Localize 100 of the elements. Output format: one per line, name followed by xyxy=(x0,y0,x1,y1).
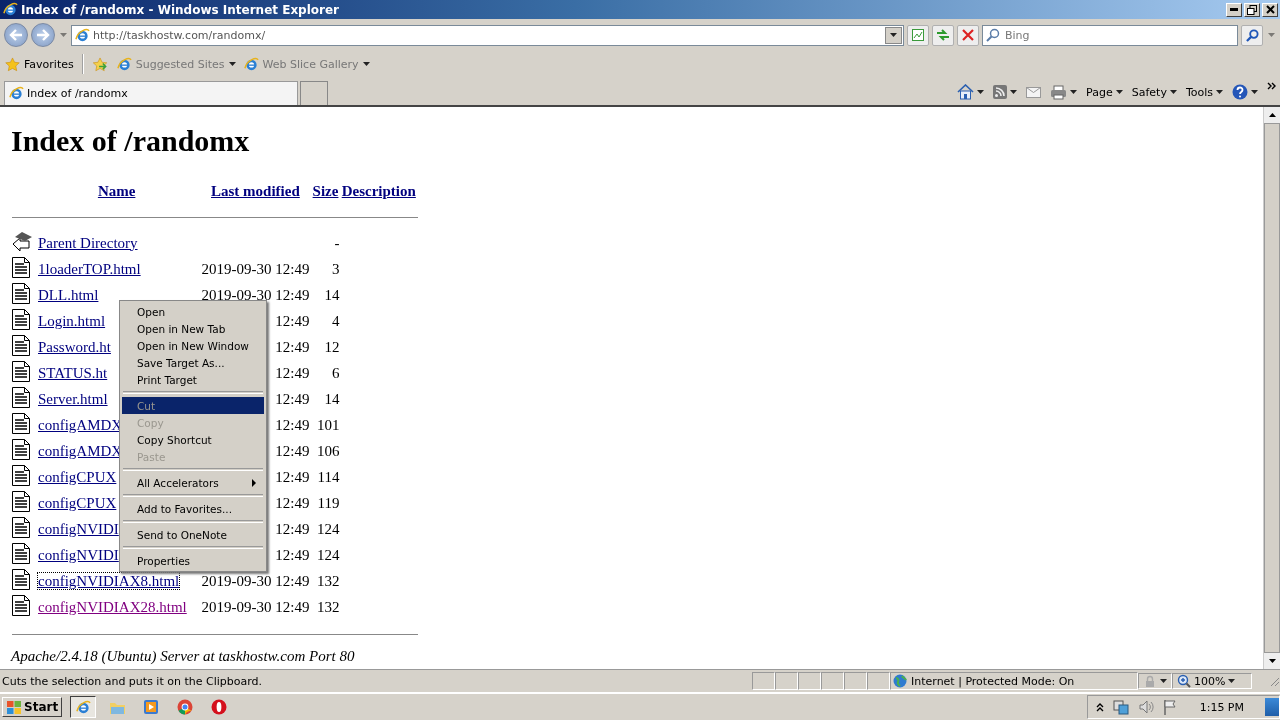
page-icon xyxy=(116,56,132,72)
document-icon xyxy=(12,594,30,616)
menu-item[interactable]: Open in New Tab xyxy=(122,320,264,337)
start-button[interactable]: Start xyxy=(2,697,63,717)
caret-icon xyxy=(977,90,985,94)
forward-button[interactable] xyxy=(31,23,55,47)
volume-icon[interactable] xyxy=(1137,699,1154,715)
taskbar-button[interactable] xyxy=(70,696,97,718)
favorites-button[interactable]: Favorites xyxy=(5,56,74,72)
browser-tab[interactable]: Index of /randomx xyxy=(4,81,298,105)
size-cell: 12 xyxy=(324,338,340,355)
file-link[interactable]: configAMDX xyxy=(38,416,123,433)
envelope-icon xyxy=(1026,86,1042,98)
chevron-icon[interactable] xyxy=(1267,82,1276,90)
print-button[interactable] xyxy=(1050,84,1078,100)
home-button[interactable] xyxy=(957,84,985,100)
column-header-link[interactable]: Description xyxy=(341,182,416,199)
close-button[interactable] xyxy=(1262,2,1278,17)
caret-icon xyxy=(1267,33,1275,37)
size-cell: 3 xyxy=(332,260,340,277)
menu-item[interactable]: Print Target xyxy=(122,371,264,388)
caret-icon xyxy=(1070,90,1078,94)
menu-item[interactable]: Add to Favorites... xyxy=(122,500,264,517)
file-link[interactable]: Password.ht xyxy=(38,338,111,355)
media-player-icon xyxy=(143,699,160,715)
document-icon xyxy=(12,282,30,304)
menu-item[interactable]: Save Target As... xyxy=(122,354,264,371)
document-icon xyxy=(12,308,30,330)
security-button[interactable] xyxy=(1138,673,1172,689)
date-cell: 12:49 xyxy=(275,416,310,433)
search-field[interactable]: Bing xyxy=(982,24,1238,46)
size-cell: 6 xyxy=(332,364,340,381)
file-link[interactable]: configNVIDI xyxy=(38,520,119,537)
column-header-link[interactable]: Last modified xyxy=(211,182,300,199)
file-link[interactable]: DLL.html xyxy=(38,286,99,303)
menu-item[interactable]: Open xyxy=(122,303,264,320)
windows-logo-icon xyxy=(6,699,22,715)
status-pane xyxy=(775,672,798,690)
resize-grip-icon xyxy=(1268,675,1280,687)
document-icon xyxy=(12,360,30,382)
minimize-icon xyxy=(1230,8,1238,11)
menu-item[interactable]: All Accelerators xyxy=(122,474,264,491)
menu-item[interactable]: Send to OneNote xyxy=(122,526,264,543)
page-icon xyxy=(243,56,259,72)
scrollbar[interactable] xyxy=(1263,107,1280,669)
help-button[interactable] xyxy=(1232,84,1258,100)
date-cell: 12:49 xyxy=(275,442,310,459)
back-button[interactable] xyxy=(4,23,28,47)
page-heading: Index of /randomx xyxy=(11,124,251,158)
menu-item[interactable]: Copy Shortcut xyxy=(122,431,264,448)
file-link[interactable]: 1loaderTOP.html xyxy=(38,260,141,277)
command-menu[interactable]: Tools xyxy=(1185,85,1223,99)
caret-icon xyxy=(1216,90,1223,94)
command-menu[interactable]: Safety xyxy=(1131,85,1177,99)
file-link[interactable]: Login.html xyxy=(38,312,106,329)
menu-item[interactable]: Open in New Window xyxy=(122,337,264,354)
mail-button[interactable] xyxy=(1026,86,1042,98)
date-cell: 12:49 xyxy=(275,468,310,485)
file-link[interactable]: configNVIDIAX8.html xyxy=(38,572,180,589)
scroll-up-icon xyxy=(1268,113,1276,117)
restore-button[interactable] xyxy=(1244,2,1260,17)
network-icon[interactable] xyxy=(1112,699,1129,715)
compatibility-button[interactable] xyxy=(907,24,929,46)
file-link[interactable]: Server.html xyxy=(38,390,108,407)
refresh-button[interactable] xyxy=(932,24,954,46)
zoom-button[interactable]: 100% xyxy=(1172,673,1252,689)
address-field[interactable]: http://taskhostw.com/randomx/ xyxy=(71,24,904,46)
column-header-link[interactable]: Name xyxy=(97,182,136,199)
size-cell: 14 xyxy=(324,286,340,303)
add-favorite-icon[interactable] xyxy=(91,56,109,72)
date-cell: 12:49 xyxy=(275,520,310,537)
zoom-icon xyxy=(1177,674,1191,688)
search-button[interactable] xyxy=(1241,24,1263,46)
minimize-button[interactable] xyxy=(1226,2,1242,17)
chrome-icon xyxy=(177,699,194,715)
feeds-button[interactable] xyxy=(993,85,1018,99)
size-cell: 124 xyxy=(317,546,340,563)
document-icon xyxy=(12,256,30,278)
column-header-link[interactable]: Size xyxy=(312,182,339,199)
file-link[interactable]: configAMDX xyxy=(38,442,123,459)
back-folder-icon xyxy=(12,231,33,251)
caret-icon xyxy=(59,33,67,37)
command-menu[interactable]: Page xyxy=(1086,85,1123,99)
flag-icon[interactable] xyxy=(1162,699,1177,715)
menu-item[interactable]: Properties xyxy=(122,552,264,569)
file-link[interactable]: configCPUX xyxy=(38,494,117,511)
file-link[interactable]: configCPUX xyxy=(38,468,117,485)
file-link[interactable]: configNVIDI xyxy=(38,546,119,563)
file-link[interactable]: STATUS.ht xyxy=(38,364,108,381)
show-hidden-icon[interactable] xyxy=(1095,702,1104,712)
page-icon xyxy=(75,27,90,43)
close-icon xyxy=(1265,5,1275,14)
stop-button[interactable] xyxy=(957,24,979,46)
file-link[interactable]: Parent Directory xyxy=(38,234,138,251)
caret-icon xyxy=(228,62,236,66)
caret-icon xyxy=(1160,679,1167,683)
file-link[interactable]: configNVIDIAX28.html xyxy=(38,598,187,615)
new-tab-button[interactable] xyxy=(300,81,328,105)
date-cell: 2019-09-30 12:49 xyxy=(201,260,310,277)
status-pane xyxy=(798,672,821,690)
